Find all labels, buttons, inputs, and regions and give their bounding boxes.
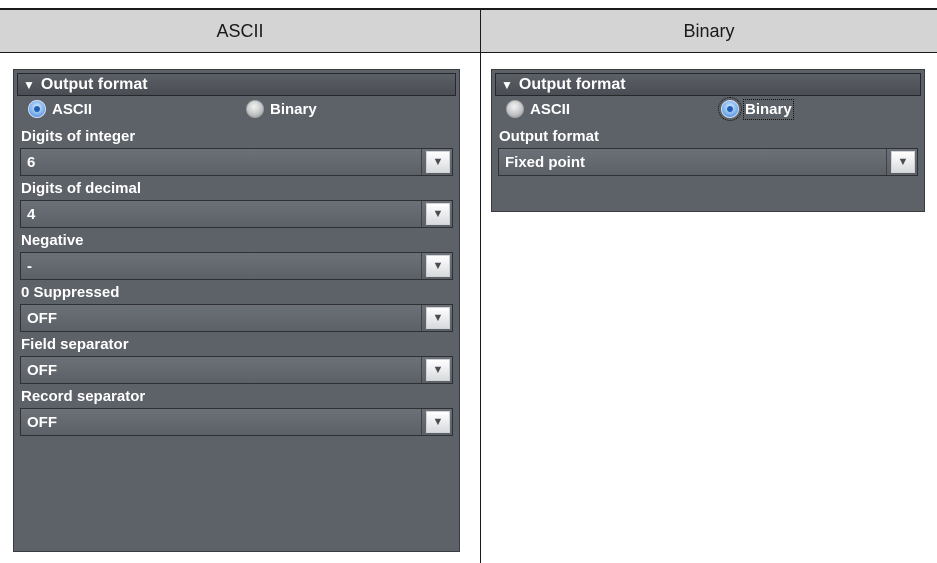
digits-of-decimal-label: Digits of decimal	[21, 179, 142, 197]
binary-output-format-panel: ▼ Output format ASCII Binary Output form…	[491, 69, 925, 212]
output-format-select[interactable]: Fixed point ▼	[498, 148, 918, 176]
panel-title: Output format	[40, 75, 148, 93]
radio-ascii-label: ASCII	[52, 100, 93, 118]
select-value: OFF	[27, 413, 57, 431]
radio-binary-label: Binary	[743, 98, 794, 120]
zero-suppressed-select[interactable]: OFF ▼	[20, 304, 453, 332]
radio-binary-label: Binary	[270, 100, 317, 118]
field-separator-label: Field separator	[21, 335, 129, 353]
radio-selected-icon	[718, 97, 742, 121]
radio-ascii[interactable]: ASCII	[506, 100, 570, 118]
digits-of-decimal-select[interactable]: 4 ▼	[20, 200, 453, 228]
field-separator-select[interactable]: OFF ▼	[20, 356, 453, 384]
negative-select[interactable]: - ▼	[20, 252, 453, 280]
select-divider	[421, 357, 422, 383]
select-value: -	[27, 257, 32, 275]
select-divider	[886, 149, 887, 175]
triangle-down-icon: ▼	[23, 77, 35, 92]
chevron-down-icon[interactable]: ▼	[426, 307, 450, 329]
column-header-binary: Binary	[683, 20, 735, 41]
column-divider	[480, 10, 481, 563]
record-separator-label: Record separator	[21, 387, 146, 405]
triangle-down-icon: ▼	[501, 77, 513, 92]
select-value: OFF	[27, 361, 57, 379]
record-separator-select[interactable]: OFF ▼	[20, 408, 453, 436]
column-header-ascii: ASCII	[216, 20, 264, 41]
select-value: 4	[27, 205, 36, 223]
select-value: OFF	[27, 309, 57, 327]
negative-label: Negative	[21, 231, 84, 249]
output-format-header[interactable]: ▼ Output format	[17, 73, 456, 96]
format-radio-group: ASCII Binary	[14, 96, 459, 124]
select-value: 6	[27, 153, 36, 171]
select-divider	[421, 149, 422, 175]
panel-title: Output format	[518, 75, 626, 93]
select-divider	[421, 409, 422, 435]
ascii-output-format-panel: ▼ Output format ASCII Binary Digits of i…	[13, 69, 460, 552]
digits-of-integer-select[interactable]: 6 ▼	[20, 148, 453, 176]
radio-ascii-label: ASCII	[530, 100, 571, 118]
output-format-label: Output format	[499, 127, 599, 145]
column-header-row: ASCII Binary	[0, 10, 937, 53]
select-value: Fixed point	[505, 153, 585, 171]
select-divider	[421, 305, 422, 331]
chevron-down-icon[interactable]: ▼	[891, 151, 915, 173]
radio-unselected-icon	[246, 100, 264, 118]
chevron-down-icon[interactable]: ▼	[426, 359, 450, 381]
chevron-down-icon[interactable]: ▼	[426, 203, 450, 225]
radio-selected-icon	[28, 100, 46, 118]
select-divider	[421, 253, 422, 279]
zero-suppressed-label: 0 Suppressed	[21, 283, 120, 301]
output-format-header[interactable]: ▼ Output format	[495, 73, 921, 96]
digits-of-integer-label: Digits of integer	[21, 127, 136, 145]
format-radio-group: ASCII Binary	[492, 96, 924, 124]
chevron-down-icon[interactable]: ▼	[426, 411, 450, 433]
select-divider	[421, 201, 422, 227]
radio-binary[interactable]: Binary	[718, 97, 794, 121]
radio-binary[interactable]: Binary	[246, 100, 317, 118]
radio-unselected-icon	[506, 100, 524, 118]
chevron-down-icon[interactable]: ▼	[426, 255, 450, 277]
chevron-down-icon[interactable]: ▼	[426, 151, 450, 173]
radio-ascii[interactable]: ASCII	[28, 100, 92, 118]
